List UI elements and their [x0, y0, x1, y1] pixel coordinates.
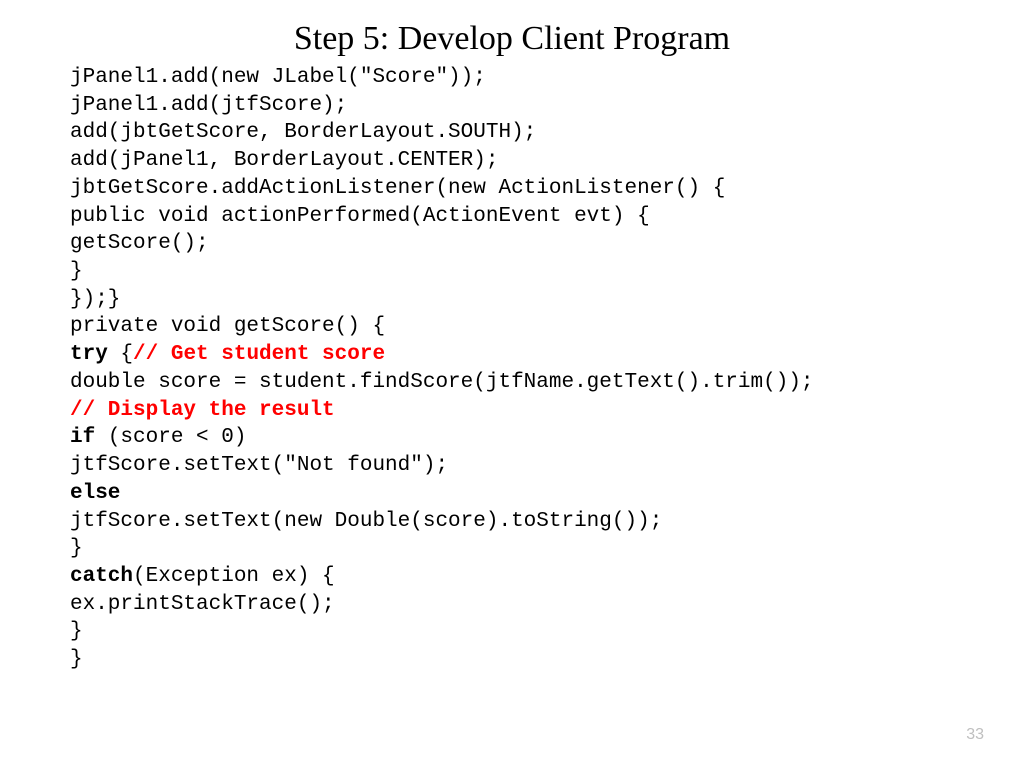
code-line: private void getScore() {: [70, 315, 385, 338]
code-line: jPanel1.add(jtfScore);: [70, 94, 347, 117]
page-number: 33: [966, 726, 984, 744]
code-text: (score < 0): [108, 426, 247, 449]
code-line: }: [70, 260, 83, 283]
comment: // Display the result: [70, 399, 335, 422]
code-line: add(jbtGetScore, BorderLayout.SOUTH);: [70, 121, 536, 144]
code-line: }: [70, 537, 83, 560]
code-line: ex.printStackTrace();: [70, 593, 335, 616]
code-line: getScore();: [70, 232, 209, 255]
keyword-try: try: [70, 343, 120, 366]
code-line: }: [70, 648, 83, 671]
keyword-catch: catch: [70, 565, 133, 588]
code-text: (Exception ex) {: [133, 565, 335, 588]
slide-title: Step 5: Develop Client Program: [70, 20, 954, 58]
comment: // Get student score: [133, 343, 385, 366]
code-line: jtfScore.setText(new Double(score).toStr…: [70, 510, 662, 533]
code-line: add(jPanel1, BorderLayout.CENTER);: [70, 149, 498, 172]
code-line: }: [70, 620, 83, 643]
code-text: {: [120, 343, 133, 366]
code-line: });}: [70, 288, 120, 311]
slide-container: Step 5: Develop Client Program jPanel1.a…: [0, 0, 1024, 694]
keyword-if: if: [70, 426, 108, 449]
code-line: jtfScore.setText("Not found");: [70, 454, 448, 477]
code-line: public void actionPerformed(ActionEvent …: [70, 205, 650, 228]
code-line: jPanel1.add(new JLabel("Score"));: [70, 66, 486, 89]
code-line: jbtGetScore.addActionListener(new Action…: [70, 177, 725, 200]
code-line: double score = student.findScore(jtfName…: [70, 371, 814, 394]
code-block: jPanel1.add(new JLabel("Score")); jPanel…: [70, 64, 954, 674]
keyword-else: else: [70, 482, 120, 505]
